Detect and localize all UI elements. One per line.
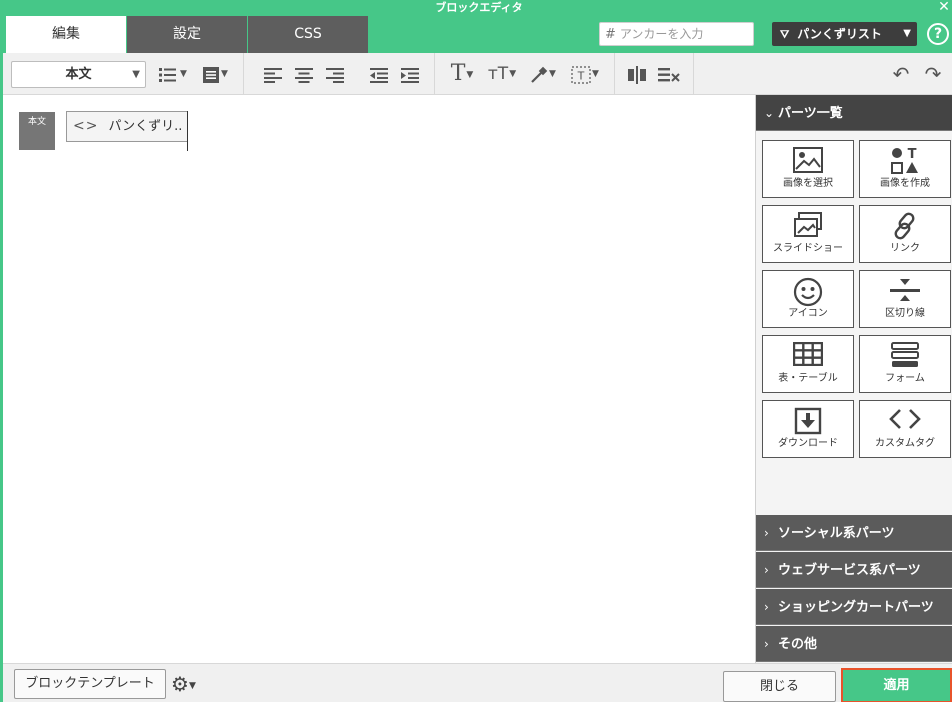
close-button[interactable]: 閉じる <box>723 671 836 702</box>
part-slideshow[interactable]: スライドショー <box>762 205 854 263</box>
part-label: フォーム <box>885 373 925 384</box>
table-icon <box>763 336 853 372</box>
link-icon <box>860 206 950 242</box>
breadcrumb-block-label: パンくずリ.. <box>108 119 183 134</box>
editor-canvas[interactable]: 本文 <> パンくずリ.. <box>3 95 755 663</box>
close-icon[interactable]: ✕ <box>937 0 951 14</box>
smiley-icon <box>763 271 853 307</box>
align-center-icon[interactable] <box>292 62 316 86</box>
paragraph-style-select[interactable]: 本文 ▼ <box>11 61 146 88</box>
anchor-input[interactable]: # アンカーを入力 <box>599 22 754 46</box>
code-icon <box>860 401 950 437</box>
redo-icon[interactable]: ↷ <box>921 62 945 86</box>
outdent-icon[interactable] <box>367 62 391 86</box>
section-label: ショッピングカートパーツ <box>778 600 934 615</box>
part-label: リンク <box>890 243 920 254</box>
chevron-down-icon: ▼ <box>132 69 140 80</box>
part-form[interactable]: フォーム <box>859 335 951 393</box>
section-web-service-parts[interactable]: › ウェブサービス系パーツ <box>756 552 952 588</box>
element-select[interactable]: ⛛ パンくずリスト ▼ <box>772 22 917 46</box>
element-select-value: パンくずリスト <box>797 27 882 41</box>
part-custom-tag[interactable]: カスタムタグ <box>859 400 951 458</box>
toolbar-divider <box>693 53 694 95</box>
shapes-icon: T <box>860 141 950 177</box>
section-label: ソーシャル系パーツ <box>778 526 895 541</box>
align-left-icon[interactable] <box>261 62 285 86</box>
block-type-label: 本文 <box>19 112 55 150</box>
download-icon <box>763 401 853 437</box>
block-editor-window: ブロックエディタ ✕ 編集 設定 CSS # アンカーを入力 ⛛ パンくずリスト ▼… <box>0 0 952 702</box>
window-title: ブロックエディタ <box>435 1 523 14</box>
chevron-right-icon: › <box>764 637 769 651</box>
chevron-right-icon: › <box>764 600 769 614</box>
parts-list-title: パーツ一覧 <box>778 106 843 121</box>
gear-icon[interactable]: ⚙▼ <box>171 672 196 696</box>
remove-format-icon[interactable] <box>656 62 682 86</box>
chevron-down-icon: ⌄ <box>764 106 775 120</box>
image-icon <box>763 141 853 177</box>
part-image-select[interactable]: 画像を選択 <box>762 140 854 198</box>
section-shopping-cart-parts[interactable]: › ショッピングカートパーツ <box>756 589 952 625</box>
part-label: アイコン <box>788 308 828 319</box>
chevron-right-icon: › <box>764 563 769 577</box>
list-icon[interactable]: ▼ <box>156 62 190 86</box>
help-icon[interactable]: ? <box>927 23 949 45</box>
svg-text:T: T <box>577 69 585 82</box>
part-label: 表・テーブル <box>778 373 838 384</box>
text-frame-icon[interactable]: T ▼ <box>566 62 604 86</box>
text-size-icon[interactable]: T▼ <box>444 62 480 86</box>
align-right-icon[interactable] <box>323 62 347 86</box>
tab-css[interactable]: CSS <box>248 16 368 53</box>
toolbar-divider <box>243 53 244 95</box>
indent-icon[interactable] <box>398 62 422 86</box>
part-label: ダウンロード <box>778 438 838 449</box>
tab-settings[interactable]: 設定 <box>127 16 247 53</box>
form-icon <box>860 336 950 372</box>
toolbar-divider <box>614 53 615 95</box>
column-split-icon[interactable] <box>624 62 650 86</box>
chevron-right-icon: › <box>764 526 769 540</box>
part-label: 区切り線 <box>885 308 925 319</box>
part-label: 画像を作成 <box>880 178 930 189</box>
eyedropper-icon[interactable]: ▼ <box>525 62 561 86</box>
slideshow-icon <box>763 206 853 242</box>
block-template-button[interactable]: ブロックテンプレート <box>14 669 166 699</box>
part-label: 画像を選択 <box>783 178 833 189</box>
node-tree-icon: ⛛ <box>780 28 790 41</box>
chevron-down-icon: ▼ <box>903 28 911 39</box>
anchor-placeholder: アンカーを入力 <box>619 27 704 41</box>
parts-panel: ⌄ パーツ一覧 画像を選択 T 画像を作成 スライドショー リンク アイコン 区… <box>755 95 952 663</box>
breadcrumb-block[interactable]: <> パンくずリ.. <box>66 111 188 142</box>
footer-bar: ブロックテンプレート ⚙▼ 閉じる 適用 <box>3 663 952 702</box>
divider-icon <box>860 271 950 307</box>
section-label: ウェブサービス系パーツ <box>778 563 921 578</box>
part-table[interactable]: 表・テーブル <box>762 335 854 393</box>
part-image-create[interactable]: T 画像を作成 <box>859 140 951 198</box>
svg-text:T: T <box>908 147 917 162</box>
tab-bar: 編集 設定 CSS # アンカーを入力 ⛛ パンくずリスト ▼ ? <box>3 16 952 53</box>
text-height-icon[interactable]: ᴛT▼ <box>483 62 521 86</box>
tab-edit[interactable]: 編集 <box>6 16 126 53</box>
part-download[interactable]: ダウンロード <box>762 400 854 458</box>
hash-icon: # <box>605 27 616 42</box>
part-label: スライドショー <box>773 243 843 254</box>
section-other[interactable]: › その他 <box>756 626 952 662</box>
part-divider[interactable]: 区切り線 <box>859 270 951 328</box>
section-label: その他 <box>778 637 818 652</box>
text-cursor <box>187 111 188 151</box>
code-icon: <> <box>73 118 99 134</box>
part-icon[interactable]: アイコン <box>762 270 854 328</box>
title-bar: ブロックエディタ ✕ <box>3 0 952 16</box>
section-social-parts[interactable]: › ソーシャル系パーツ <box>756 515 952 551</box>
editor-toolbar: 本文 ▼ ▼ ▼ T▼ ᴛT▼ ▼ T ▼ ↶ ↷ <box>3 53 952 95</box>
parts-list-header[interactable]: ⌄ パーツ一覧 <box>756 95 952 131</box>
toolbar-divider <box>434 53 435 95</box>
undo-icon[interactable]: ↶ <box>889 62 913 86</box>
paragraph-style-value: 本文 <box>65 67 92 82</box>
part-label: カスタムタグ <box>875 438 935 449</box>
block-format-icon[interactable]: ▼ <box>197 62 233 86</box>
part-link[interactable]: リンク <box>859 205 951 263</box>
apply-button[interactable]: 適用 <box>841 668 952 702</box>
